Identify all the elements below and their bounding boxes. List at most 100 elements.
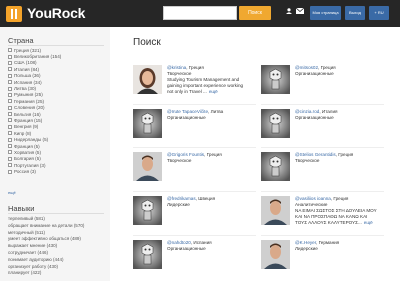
search-input[interactable] [163,6,237,20]
country-checkbox[interactable] [8,156,12,161]
country-label: Франция (5) [14,143,40,149]
logo-icon[interactable] [6,6,22,22]
country-label: Кипр (8) [14,130,32,136]
country-checkbox[interactable] [8,73,12,78]
skill-filter-item[interactable]: терпеливый (581) [8,216,108,223]
country-checkbox[interactable] [8,99,12,104]
search-result-card[interactable]: @nahdto20, Испания Организационные [133,240,256,292]
skill-filter-item[interactable]: сотрудничает (446) [8,250,108,257]
user-category: Организационные [167,246,206,251]
default-avatar-icon[interactable] [133,109,162,138]
default-avatar-icon[interactable] [133,240,162,269]
country-label: Италия (84) [14,66,40,72]
user-category: Творческое [167,158,192,163]
country-checkbox[interactable] [8,48,12,53]
divider [8,213,104,214]
divider [261,104,384,105]
country-checkbox[interactable] [8,124,12,129]
user-category: Творческое [295,158,320,163]
country-checkbox[interactable] [8,92,12,97]
skill-filter-item[interactable]: обращает внимание на детали (570) [8,223,108,230]
country-label: Франция (15) [14,117,43,123]
country-checkbox[interactable] [8,60,12,65]
result-text: @Grigoris Fountis, Греция Творческое [167,152,256,164]
user-link[interactable]: @nahdto20 [167,240,191,245]
search-button[interactable]: Поиск [239,6,271,20]
user-country: Швеция [198,196,216,201]
skill-filter-item[interactable]: организует работу (430) [8,264,108,271]
result-text: @kristina, Греция Творческое Studying Tour… [167,65,256,95]
user-link[interactable]: @Irute TapaceVičite [167,109,208,114]
user-country: Литва [210,109,224,114]
country-label: Нидерланды (5) [14,137,49,143]
user-link[interactable]: @kristina [167,65,186,70]
result-text: @Irute TapaceVičite, Литва Организационны… [167,109,256,121]
country-checkbox[interactable] [8,105,12,110]
user-category: Организационные [167,115,206,120]
skill-filter-item[interactable]: методичный (511) [8,230,108,237]
user-icon[interactable] [286,8,292,14]
search-result-card[interactable]: @K.Heyer, Германия Лидерские [261,240,384,292]
more-link[interactable]: ещё [209,89,218,94]
mail-icon[interactable] [296,8,304,14]
more-link[interactable]: ещё [364,220,373,225]
user-link[interactable]: @Grigoris Fountis [167,152,204,157]
user-country: Германия [318,240,340,245]
country-label: Португалия (3) [14,162,46,168]
default-avatar-icon[interactable] [261,65,290,94]
country-checkbox[interactable] [8,169,12,174]
result-text: @vasiliios ioanna, Греция Аналитические ΝΑ… [295,196,384,226]
country-checkbox[interactable] [8,54,12,59]
user-link[interactable]: @mitsos02 [295,65,318,70]
country-checkbox[interactable] [8,80,12,85]
default-avatar-icon[interactable] [261,152,290,181]
country-checkbox[interactable] [8,118,12,123]
country-checkbox[interactable] [8,163,12,168]
country-label: Болгария (5) [14,156,41,162]
country-checkbox[interactable] [8,150,12,155]
user-link[interactable]: @Stelios Gerantidis [295,152,336,157]
user-description: ΤΟΥΣ ΑΛΛΟΥΣ ΚΑΛΥΤΕΡΟΥΣ... ещё [295,220,384,226]
brand-name[interactable]: YouRock [27,5,85,21]
country-checkbox[interactable] [8,86,12,91]
divider [133,191,256,192]
country-label: Польша (36) [14,73,41,79]
country-checkbox[interactable] [8,137,12,142]
divider [261,191,384,192]
my-page-button[interactable]: Моя страница [310,6,341,20]
logout-button[interactable]: Выход [345,6,365,20]
country-label: Словения (20) [14,105,45,111]
language-button[interactable]: + RU [369,6,389,20]
countries-list: Греция (321) Великобритания (154) США (108… [8,47,108,175]
result-text: @nahdto20, Испания Организационные [167,240,256,252]
avatar[interactable] [133,65,162,94]
user-link[interactable]: @K.Heyer [295,240,316,245]
country-filter-item[interactable]: Россия (3) [8,168,108,174]
user-country: Испания [193,240,212,245]
user-description: not only in Travel ... ещё [167,89,256,95]
skill-filter-item[interactable]: планирует (422) [8,270,108,277]
country-checkbox[interactable] [8,144,12,149]
avatar[interactable] [261,240,290,269]
default-avatar-icon[interactable] [261,109,290,138]
avatar[interactable] [261,196,290,225]
skills-list: терпеливый (581) обращает внимание на дет… [8,216,108,277]
countries-more-link[interactable]: ещё [8,190,16,195]
country-label: Германия (25) [14,98,45,104]
skill-filter-item[interactable]: умеет эффективно общаться (489) [8,236,108,243]
skill-filter-item[interactable]: понимает аудиторию (444) [8,257,108,264]
country-checkbox[interactable] [8,131,12,136]
country-checkbox[interactable] [8,67,12,72]
skill-filter-item[interactable]: выражает мнение (430) [8,243,108,250]
country-checkbox[interactable] [8,112,12,117]
divider [133,235,256,236]
avatar[interactable] [133,152,162,181]
user-country: Греция [338,152,354,157]
user-country: Греция [333,196,349,201]
default-avatar-icon[interactable] [133,196,162,225]
user-link[interactable]: @fredrikamas [167,196,196,201]
user-link[interactable]: @vasiliios ioanna [295,196,331,201]
country-label: Литва (30) [14,86,37,92]
user-link[interactable]: @cinzia.rod [295,109,319,114]
divider [261,147,384,148]
